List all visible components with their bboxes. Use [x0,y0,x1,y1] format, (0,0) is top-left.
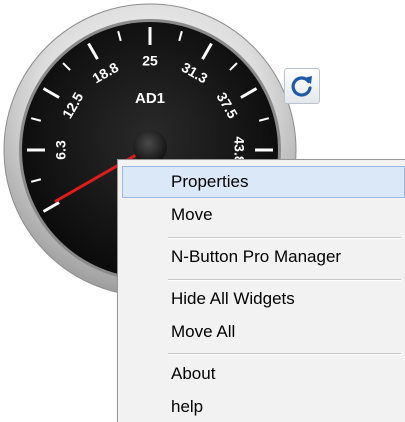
gauge-scale-label: 6.3 [53,140,69,160]
menu-separator [168,237,401,239]
menu-item-label: About [171,364,216,383]
gauge-channel-label: AD1 [135,90,165,107]
menu-item-label: Hide All Widgets [171,289,295,308]
desktop-area: 6.3 12.5 18.8 25 31.3 37.5 43.8 AD1 Properties… [0,0,405,422]
menu-item-hide-all-widgets[interactable]: Hide All Widgets [122,283,405,315]
menu-item-label: Properties [171,172,249,191]
menu-item-n-button-pro-manager[interactable]: N-Button Pro Manager [122,241,405,273]
refresh-icon [291,76,312,97]
context-menu: Properties Move N-Button Pro Manager Hid… [117,159,405,422]
refresh-button[interactable] [284,68,320,104]
menu-item-properties[interactable]: Properties [122,166,405,198]
menu-separator [168,353,401,355]
menu-item-label: Move All [171,322,236,341]
menu-item-label: help [171,397,204,416]
gauge-scale-label: 25 [142,53,158,69]
menu-item-help[interactable]: help [122,391,405,422]
menu-item-label: N-Button Pro Manager [171,247,342,266]
menu-item-move[interactable]: Move [122,199,405,231]
menu-separator [168,279,401,281]
menu-item-about[interactable]: About [122,358,405,390]
menu-item-move-all[interactable]: Move All [122,316,405,348]
menu-item-label: Move [171,205,213,224]
